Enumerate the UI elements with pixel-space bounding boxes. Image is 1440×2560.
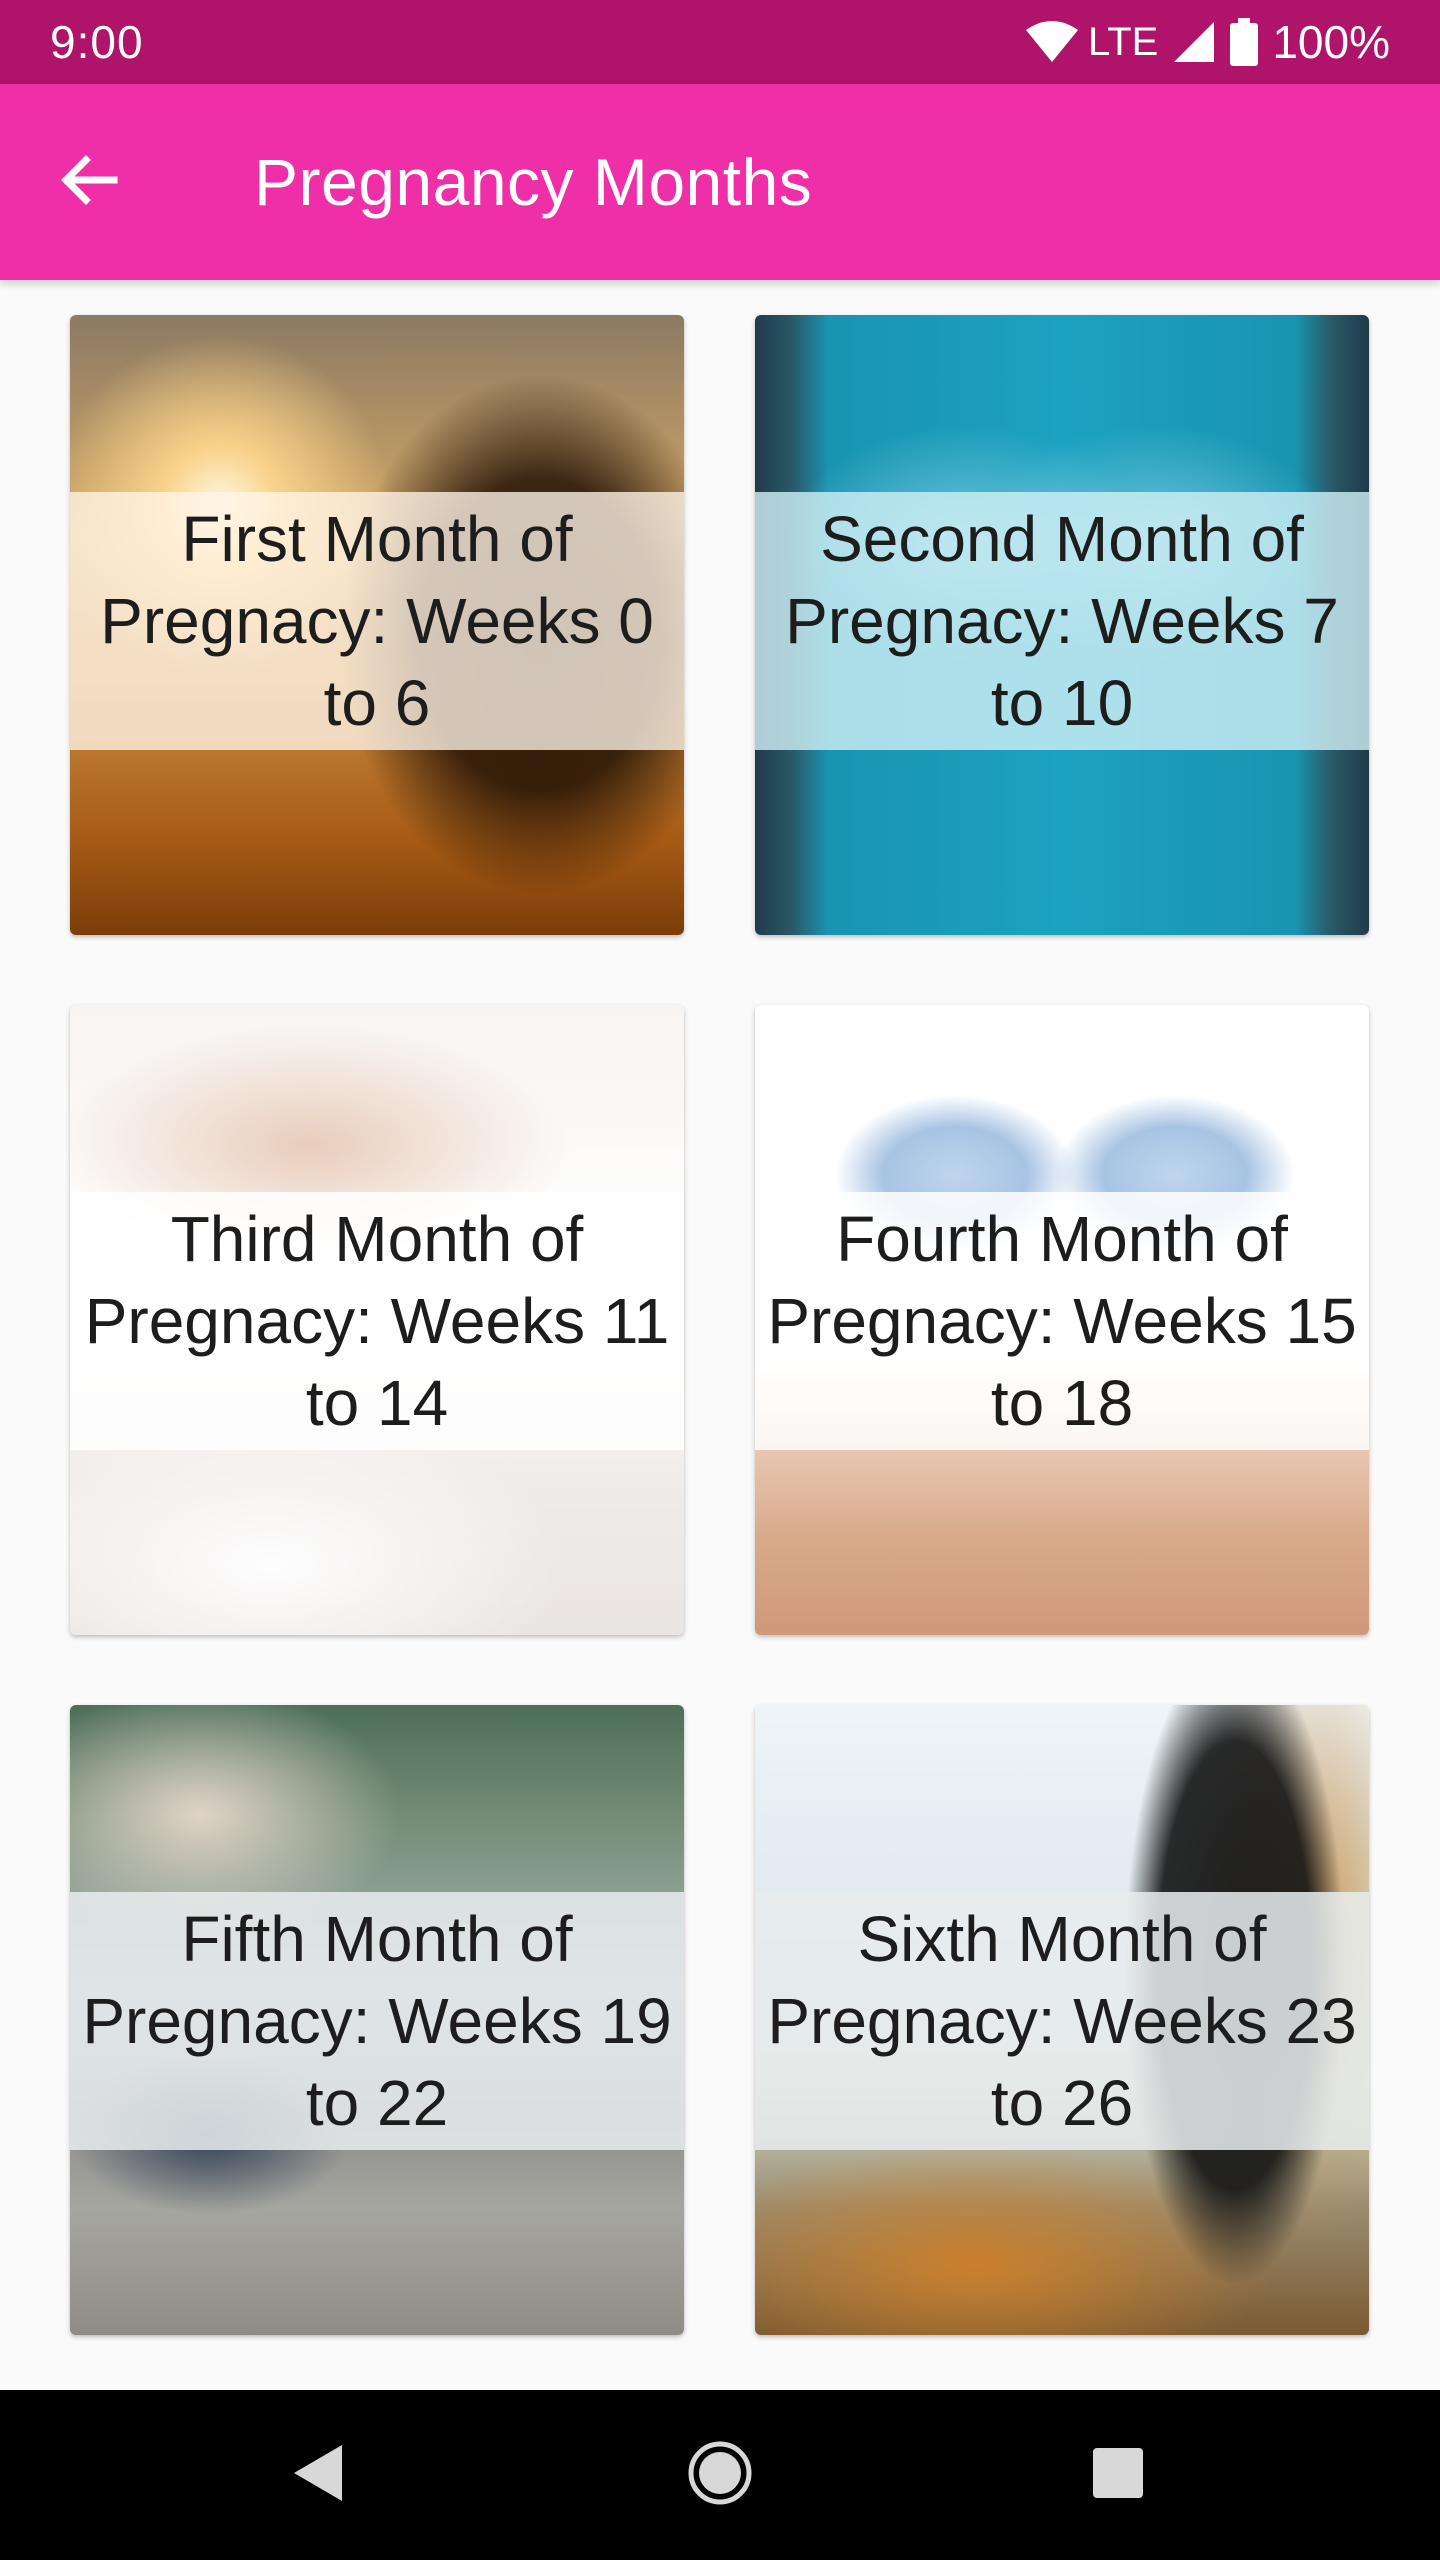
card-label-band: Fourth Month of Pregnacy: Weeks 15 to 18 bbox=[755, 1192, 1369, 1450]
navigation-bar bbox=[0, 2390, 1440, 2560]
battery-icon bbox=[1230, 18, 1259, 66]
card-label: Third Month of Pregnacy: Weeks 11 to 14 bbox=[84, 1203, 670, 1439]
card-label-band: Second Month of Pregnacy: Weeks 7 to 10 bbox=[755, 492, 1369, 750]
app-bar: Pregnancy Months bbox=[0, 84, 1440, 280]
card-label: First Month of Pregnacy: Weeks 0 to 6 bbox=[100, 503, 654, 739]
month-card-1[interactable]: First Month of Pregnacy: Weeks 0 to 6 bbox=[70, 315, 684, 935]
card-label: Fifth Month of Pregnacy: Weeks 19 to 22 bbox=[82, 1903, 672, 2139]
card-label: Fourth Month of Pregnacy: Weeks 15 to 18 bbox=[767, 1203, 1357, 1439]
network-type: LTE bbox=[1087, 19, 1159, 64]
card-label: Second Month of Pregnacy: Weeks 7 to 10 bbox=[785, 503, 1339, 739]
signal-icon bbox=[1172, 20, 1216, 64]
recents-square-icon bbox=[1090, 2445, 1146, 2506]
page-title: Pregnancy Months bbox=[254, 145, 813, 219]
home-circle-icon bbox=[686, 2439, 754, 2512]
nav-home-button[interactable] bbox=[670, 2425, 770, 2525]
month-card-3[interactable]: Third Month of Pregnacy: Weeks 11 to 14 bbox=[70, 1005, 684, 1635]
month-card-2[interactable]: Second Month of Pregnacy: Weeks 7 to 10 bbox=[755, 315, 1369, 935]
card-label: Sixth Month of Pregnacy: Weeks 23 to 26 bbox=[767, 1903, 1357, 2139]
month-card-5[interactable]: Fifth Month of Pregnacy: Weeks 19 to 22 bbox=[70, 1705, 684, 2335]
status-time: 9:00 bbox=[50, 16, 144, 68]
card-label-band: Sixth Month of Pregnacy: Weeks 23 to 26 bbox=[755, 1892, 1369, 2150]
months-grid: First Month of Pregnacy: Weeks 0 to 6 Se… bbox=[0, 280, 1440, 2390]
month-card-4[interactable]: Fourth Month of Pregnacy: Weeks 15 to 18 bbox=[755, 1005, 1369, 1635]
nav-recents-button[interactable] bbox=[1068, 2425, 1168, 2525]
arrow-back-icon bbox=[56, 148, 120, 217]
back-button[interactable] bbox=[40, 134, 136, 230]
battery-percent: 100% bbox=[1272, 16, 1390, 68]
nav-back-button[interactable] bbox=[268, 2425, 368, 2525]
card-label-band: First Month of Pregnacy: Weeks 0 to 6 bbox=[70, 492, 684, 750]
card-label-band: Fifth Month of Pregnacy: Weeks 19 to 22 bbox=[70, 1892, 684, 2150]
card-label-band: Third Month of Pregnacy: Weeks 11 to 14 bbox=[70, 1192, 684, 1450]
wifi-icon bbox=[1024, 20, 1080, 64]
month-card-6[interactable]: Sixth Month of Pregnacy: Weeks 23 to 26 bbox=[755, 1705, 1369, 2335]
status-bar: 9:00 LTE 100% bbox=[0, 0, 1440, 84]
status-icons: LTE 100% bbox=[1024, 15, 1390, 69]
back-triangle-icon bbox=[288, 2441, 348, 2510]
